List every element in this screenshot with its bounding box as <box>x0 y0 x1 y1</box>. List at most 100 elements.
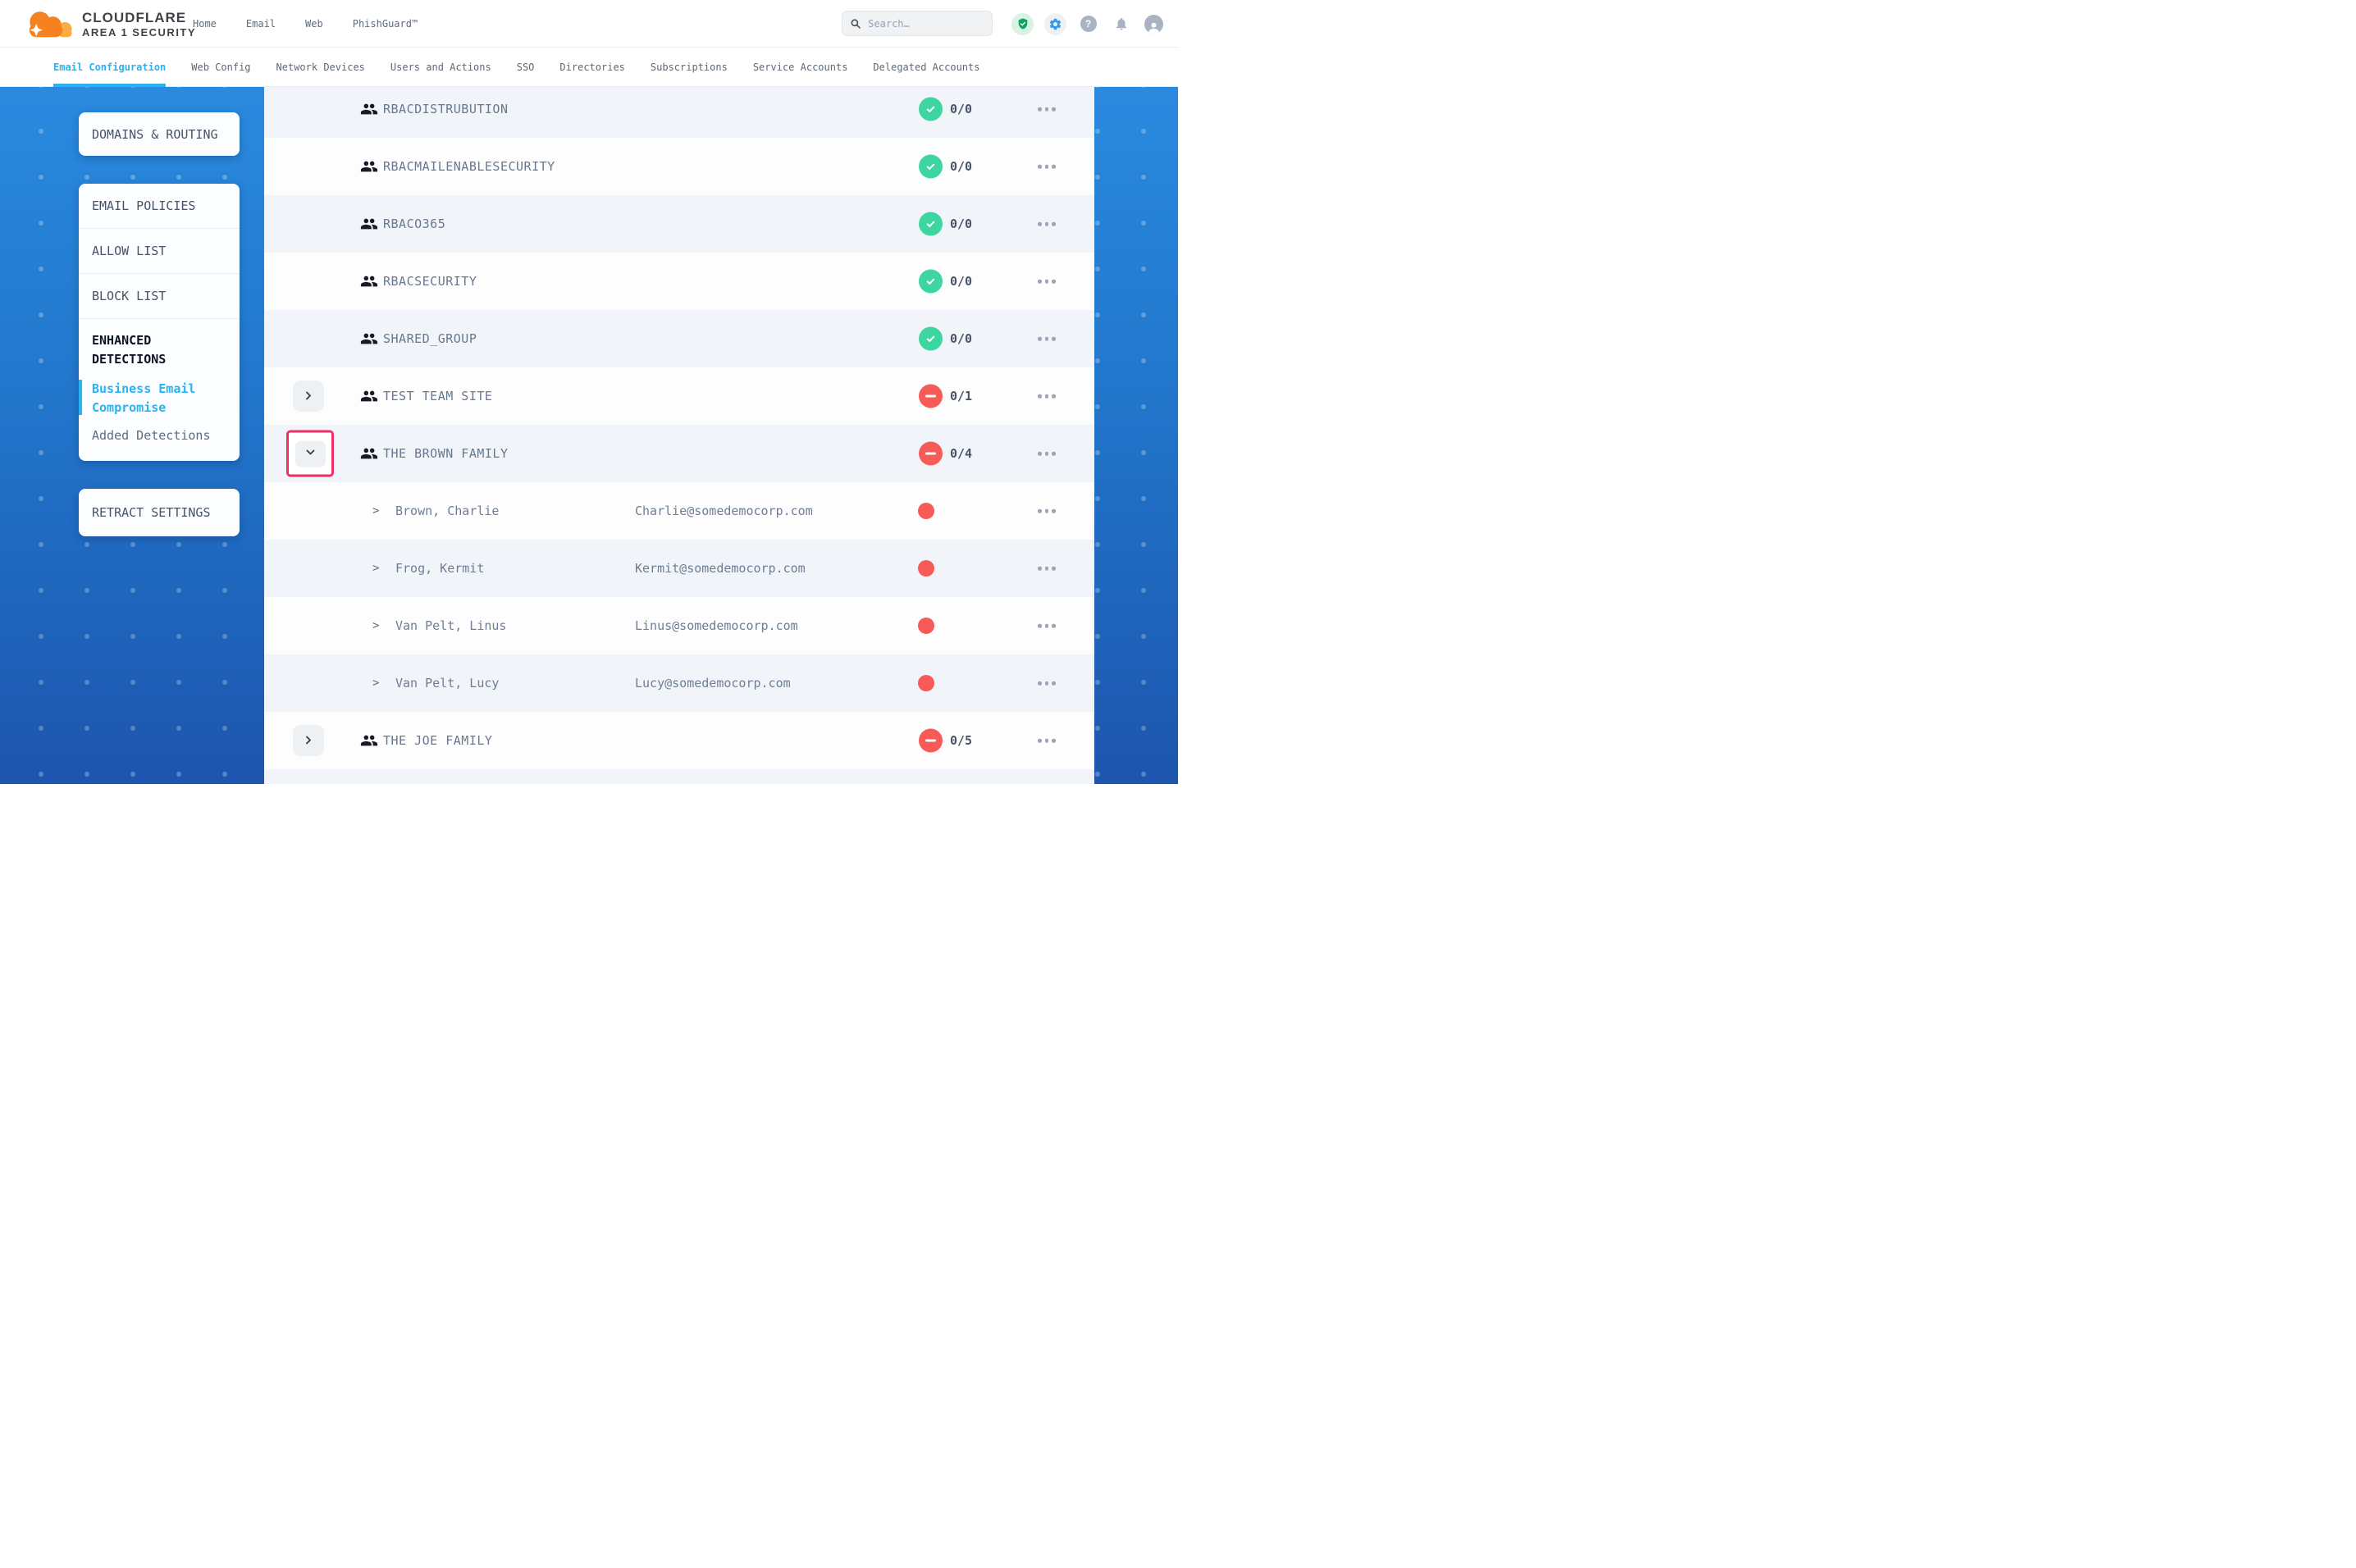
group-name: RBACO365 <box>383 217 445 231</box>
row-menu-ellipsis[interactable] <box>1036 103 1057 116</box>
help-icon[interactable]: ? <box>1077 13 1099 35</box>
member-name: Frog, Kermit <box>395 561 484 576</box>
status-badge-check <box>919 155 943 179</box>
row-menu-ellipsis[interactable] <box>1036 275 1057 289</box>
search-icon <box>851 18 861 30</box>
section-tab-bar: Email Configuration Web Config Network Dev… <box>0 48 1178 87</box>
table-row-partial <box>264 769 1094 784</box>
member-expand-chevron[interactable]: > <box>372 619 379 632</box>
brand-text: CLOUDFLARE AREA 1 SECURITY <box>82 4 196 43</box>
tab-directories[interactable]: Directories <box>559 48 624 87</box>
collapse-group-button[interactable] <box>295 440 326 467</box>
group-name: SHARED_GROUP <box>383 331 477 346</box>
tab-service-accounts[interactable]: Service Accounts <box>753 48 848 87</box>
tab-email-configuration[interactable]: Email Configuration <box>53 48 166 87</box>
sidebar: DOMAINS & ROUTING EMAIL POLICIES ALLOW L… <box>79 112 240 536</box>
brand-subtitle: AREA 1 SECURITY <box>82 26 196 40</box>
sidebar-item-allow-list[interactable]: ALLOW LIST <box>79 229 240 274</box>
group-icon <box>360 732 378 750</box>
chevron-right-icon <box>304 733 314 749</box>
group-icon <box>360 330 378 348</box>
row-menu-ellipsis[interactable] <box>1036 160 1057 174</box>
group-name: RBACSECURITY <box>383 274 477 289</box>
minus-icon <box>925 452 936 455</box>
row-menu-ellipsis[interactable] <box>1036 562 1057 576</box>
top-nav-web[interactable]: Web <box>305 18 323 30</box>
status-badge-check <box>919 270 943 294</box>
table-row-group: SHARED_GROUP 0/0 <box>264 310 1094 367</box>
chevron-down-icon <box>305 446 316 462</box>
group-icon <box>360 272 378 290</box>
tab-sso[interactable]: SSO <box>517 48 535 87</box>
status-dot-red <box>918 675 934 691</box>
top-nav-email[interactable]: Email <box>246 18 276 30</box>
expand-group-button[interactable] <box>293 381 324 412</box>
top-nav-home[interactable]: Home <box>193 18 217 30</box>
member-expand-chevron[interactable]: > <box>372 677 379 690</box>
row-menu-ellipsis[interactable] <box>1036 332 1057 346</box>
member-expand-chevron[interactable]: > <box>372 504 379 517</box>
sidebar-item-block-list[interactable]: BLOCK LIST <box>79 274 240 319</box>
tab-subscriptions[interactable]: Subscriptions <box>651 48 728 87</box>
search-input[interactable] <box>868 18 984 30</box>
status-badge-check <box>919 212 943 236</box>
sidebar-section-enhanced-detections: ENHANCED DETECTIONS Business Email Compr… <box>79 319 240 461</box>
search-box <box>842 11 993 36</box>
member-email: Kermit@somedemocorp.com <box>635 561 806 576</box>
member-expand-chevron[interactable]: > <box>372 562 379 575</box>
sidebar-item-added-detections[interactable]: Added Detections <box>92 428 226 443</box>
member-email: Linus@somedemocorp.com <box>635 618 798 633</box>
sidebar-item-business-email-compromise[interactable]: Business Email Compromise <box>92 380 226 417</box>
group-name: THE JOE FAMILY <box>383 733 492 748</box>
sidebar-item-email-policies[interactable]: EMAIL POLICIES <box>79 184 240 229</box>
highlight-annotation-box <box>286 431 334 477</box>
help-question-glyph: ? <box>1080 16 1097 32</box>
group-icon <box>360 157 378 175</box>
tab-delegated-accounts[interactable]: Delegated Accounts <box>873 48 979 87</box>
table-row-group: RBACSECURITY0/0 <box>264 253 1094 310</box>
table-row-group: TEST TEAM SITE0/1 <box>264 367 1094 425</box>
settings-gear-icon[interactable] <box>1044 13 1066 35</box>
sidebar-card-email-policies: EMAIL POLICIES ALLOW LIST BLOCK LIST ENH… <box>79 184 240 461</box>
table-row-group: RBACO365 0/0 <box>264 195 1094 253</box>
groups-table: RBACDISTRUBUTION0/0RBACMAILENABLESECURIT… <box>264 87 1094 784</box>
top-bar: CLOUDFLARE AREA 1 SECURITY Home Email Web P… <box>0 0 1178 48</box>
member-count: 0/4 <box>950 446 972 461</box>
chevron-right-icon <box>304 389 314 404</box>
tab-users-and-actions[interactable]: Users and Actions <box>390 48 491 87</box>
row-menu-ellipsis[interactable] <box>1036 619 1057 633</box>
top-nav-phishguard[interactable]: PhishGuard™ <box>353 18 418 30</box>
row-menu-ellipsis[interactable] <box>1036 447 1057 461</box>
member-email: Charlie@somedemocorp.com <box>635 504 813 518</box>
row-menu-ellipsis[interactable] <box>1036 504 1057 518</box>
brand-name: CLOUDFLARE <box>82 10 196 26</box>
table-row-member: > Van Pelt, Linus Linus@somedemocorp.com <box>264 597 1094 654</box>
verified-shield-icon[interactable] <box>1011 13 1034 35</box>
tab-web-config[interactable]: Web Config <box>191 48 250 87</box>
header-icons: ? <box>1011 0 1165 48</box>
sidebar-item-retract-settings[interactable]: RETRACT SETTINGS <box>79 489 240 536</box>
expand-group-button[interactable] <box>293 725 324 756</box>
top-nav: Home Email Web PhishGuard™ <box>193 0 418 48</box>
table-row-group: THE JOE FAMILY0/5 <box>264 712 1094 769</box>
group-icon <box>360 215 378 233</box>
row-menu-ellipsis[interactable] <box>1036 677 1057 691</box>
status-dot-red <box>918 503 934 519</box>
member-count: 0/0 <box>950 217 972 231</box>
tab-network-devices[interactable]: Network Devices <box>276 48 365 87</box>
member-count: 0/0 <box>950 331 972 346</box>
sidebar-item-domains-routing[interactable]: DOMAINS & ROUTING <box>79 112 240 156</box>
member-name: Van Pelt, Lucy <box>395 676 499 691</box>
status-badge-minus <box>919 729 943 753</box>
member-count: 0/0 <box>950 102 972 116</box>
notifications-bell-icon[interactable] <box>1110 13 1132 35</box>
table-row-member: > Brown, Charlie Charlie@somedemocorp.com <box>264 482 1094 540</box>
page: { "brand": { "name": "CLOUDFLARE", "sub"… <box>0 0 1178 784</box>
account-avatar-icon[interactable] <box>1143 13 1165 35</box>
member-name: Van Pelt, Linus <box>395 618 506 633</box>
row-menu-ellipsis[interactable] <box>1036 734 1057 748</box>
row-menu-ellipsis[interactable] <box>1036 390 1057 403</box>
row-menu-ellipsis[interactable] <box>1036 217 1057 231</box>
cloudflare-logo[interactable]: CLOUDFLARE AREA 1 SECURITY <box>23 4 196 43</box>
member-name: Brown, Charlie <box>395 504 499 518</box>
